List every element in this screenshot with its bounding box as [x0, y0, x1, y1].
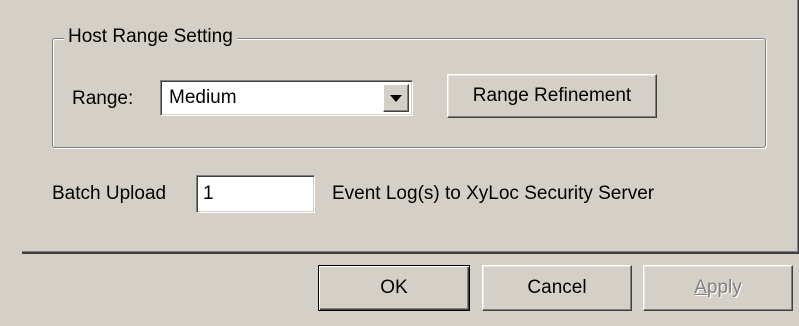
- dropdown-arrow-button[interactable]: [383, 84, 409, 112]
- cancel-button[interactable]: Cancel: [482, 265, 632, 311]
- range-refinement-label: Range Refinement: [472, 85, 632, 106]
- event-log-label: Event Log(s) to XyLoc Security Server: [332, 183, 655, 204]
- host-range-group-title: Host Range Setting: [64, 24, 237, 50]
- cancel-label: Cancel: [527, 277, 587, 298]
- chevron-down-icon: [390, 94, 402, 102]
- apply-label: Apply: [694, 277, 742, 298]
- ok-label: OK: [380, 277, 408, 298]
- range-dropdown[interactable]: Medium: [160, 80, 413, 116]
- batch-upload-label: Batch Upload: [52, 183, 167, 204]
- batch-upload-input[interactable]: 1: [196, 175, 315, 213]
- range-selected-value: Medium: [169, 87, 237, 108]
- range-refinement-button[interactable]: Range Refinement: [447, 74, 657, 118]
- batch-upload-value: 1: [203, 183, 214, 204]
- range-label: Range:: [72, 88, 134, 109]
- ok-button[interactable]: OK: [318, 265, 470, 311]
- apply-button[interactable]: Apply: [643, 265, 793, 311]
